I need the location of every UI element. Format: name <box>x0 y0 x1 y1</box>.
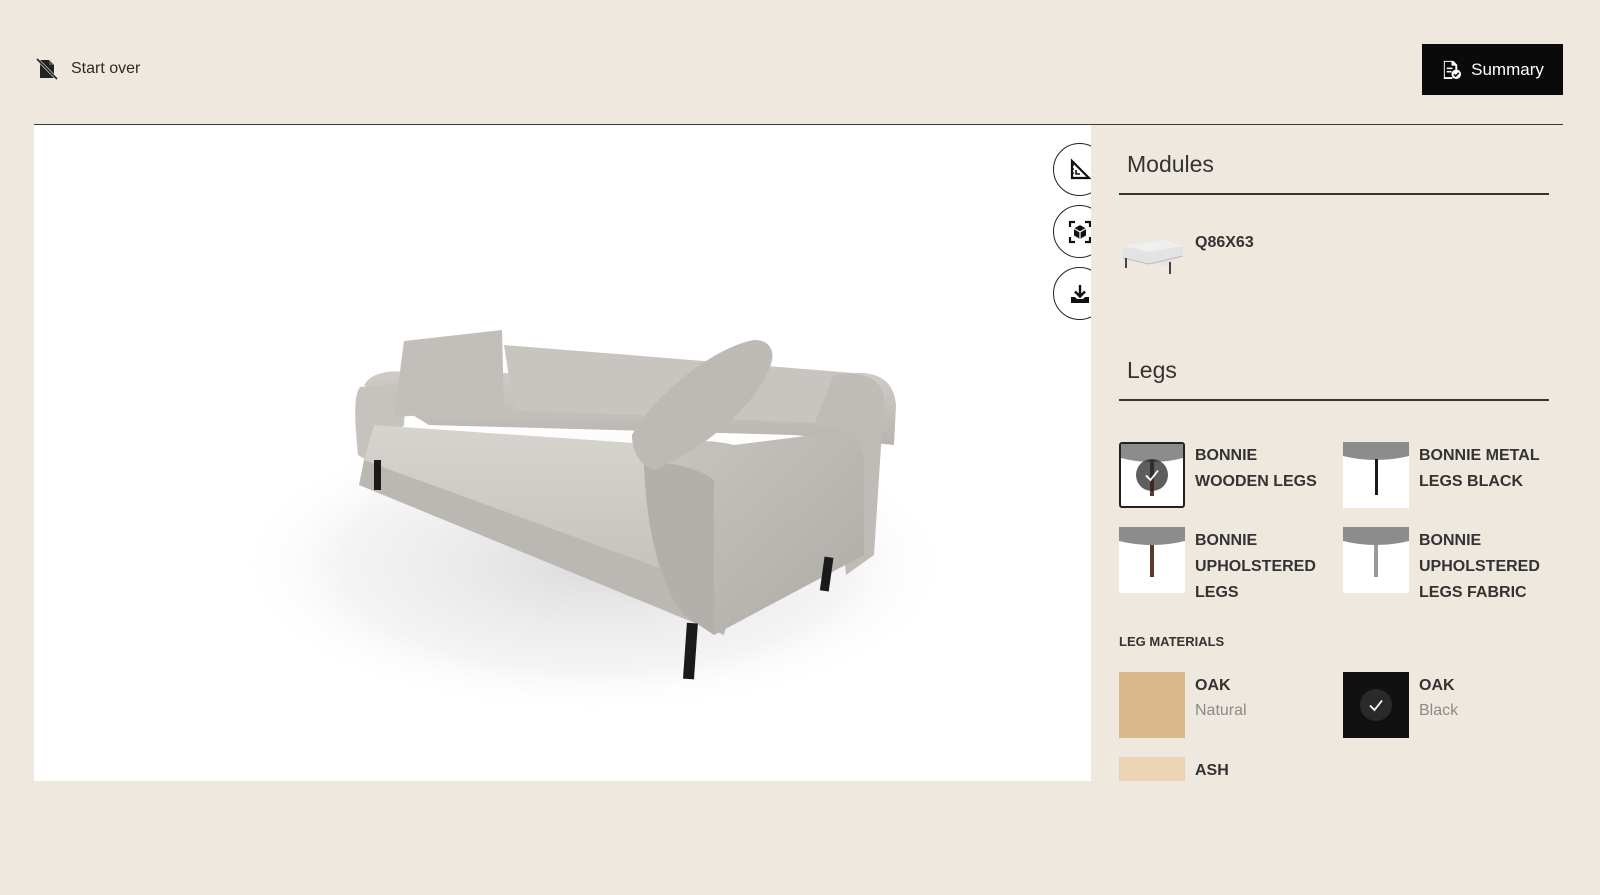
leg-option-line1: BONNIE <box>1195 532 1258 549</box>
module-thumbnail <box>1122 240 1184 274</box>
leg-thumbnail <box>1343 442 1409 508</box>
leg-materials-heading: LEG MATERIALS <box>1119 634 1225 649</box>
material-option-oak-natural[interactable]: OAK Natural <box>1119 672 1247 738</box>
material-name: OAK <box>1195 677 1231 694</box>
leg-option-line3: LEGS FABRIC <box>1419 584 1527 601</box>
module-label: Q86X63 <box>1195 234 1254 251</box>
download-icon <box>1070 284 1089 303</box>
leg-option-line2: UPHOLSTERED <box>1419 558 1540 575</box>
leg-option-line1: BONNIE METAL <box>1419 447 1540 464</box>
summary-button[interactable]: Summary <box>1422 44 1563 95</box>
material-option-ash[interactable]: ASH <box>1119 757 1229 781</box>
material-option-oak-black[interactable]: OAK Black <box>1343 672 1458 738</box>
material-swatch <box>1119 757 1185 781</box>
leg-option-line2: WOODEN LEGS <box>1195 473 1317 490</box>
modules-divider <box>1119 193 1549 195</box>
legs-title: Legs <box>1127 357 1177 383</box>
leg-option-line2: LEGS BLACK <box>1419 473 1523 490</box>
sofa-render <box>234 330 954 715</box>
leg-thumbnail <box>1119 527 1185 593</box>
module-item[interactable]: Q86X63 <box>1119 230 1254 280</box>
start-over-label: Start over <box>71 60 141 77</box>
leg-option-line1: BONNIE <box>1419 532 1482 549</box>
leg-option-bonnie-metal-black[interactable]: BONNIE METAL LEGS BLACK <box>1343 442 1540 508</box>
modules-title: Modules <box>1127 151 1214 177</box>
start-over-button[interactable]: Start over <box>34 56 140 82</box>
leg-thumbnail <box>1119 442 1185 508</box>
summary-label: Summary <box>1471 59 1544 79</box>
leg-option-bonnie-wooden[interactable]: BONNIE WOODEN LEGS <box>1119 442 1317 508</box>
ar-cube-icon <box>1068 220 1091 243</box>
material-name: ASH <box>1195 762 1229 779</box>
ruler-triangle-icon <box>1070 157 1091 179</box>
leg-option-line3: LEGS <box>1195 584 1239 601</box>
material-swatch <box>1119 672 1185 738</box>
leg-option-bonnie-upholstered-fabric[interactable]: BONNIE UPHOLSTERED LEGS FABRIC <box>1343 527 1540 605</box>
leg-thumbnail <box>1343 527 1409 593</box>
material-name: OAK <box>1419 677 1455 694</box>
leg-option-bonnie-upholstered[interactable]: BONNIE UPHOLSTERED LEGS <box>1119 527 1316 605</box>
start-over-icon <box>35 57 59 81</box>
material-variant: Natural <box>1195 702 1247 719</box>
configuration-panel: Modules Q86X63 Legs BONNIE WOODEN LEGS B… <box>1119 125 1549 781</box>
selected-check-icon <box>1360 689 1392 721</box>
material-variant: Black <box>1419 702 1459 719</box>
legs-divider <box>1119 399 1549 401</box>
leg-option-line1: BONNIE <box>1195 447 1258 464</box>
product-viewer[interactable] <box>34 125 1091 781</box>
selected-check-icon <box>1136 459 1168 491</box>
leg-option-line2: UPHOLSTERED <box>1195 558 1316 575</box>
summary-icon <box>1443 60 1462 80</box>
material-swatch <box>1343 672 1409 738</box>
